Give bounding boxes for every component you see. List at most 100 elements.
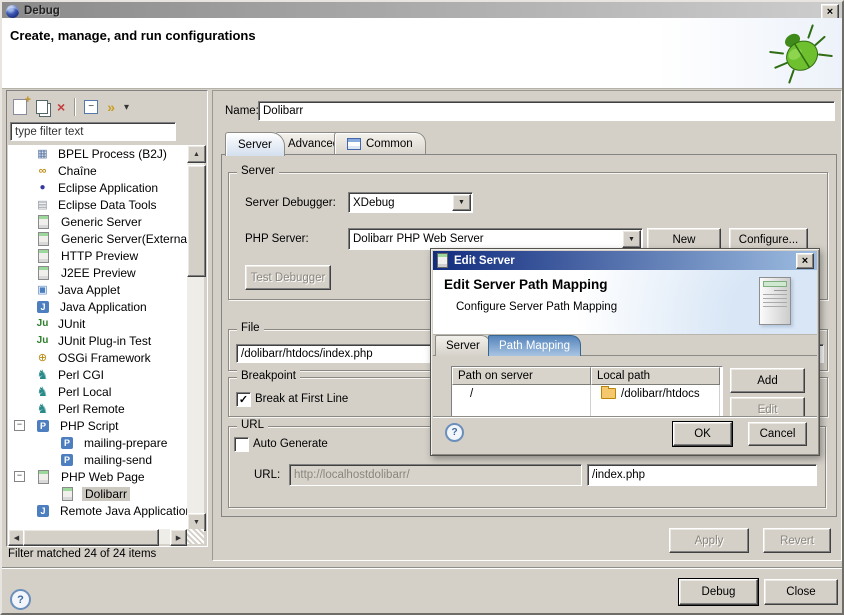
server-debugger-label: Server Debugger: bbox=[245, 197, 336, 209]
column-header-local-path[interactable]: Local path bbox=[591, 367, 720, 385]
tree-item-j2ee-preview[interactable]: J2EE Preview bbox=[8, 264, 187, 281]
break-first-line-checkbox[interactable]: ✓ bbox=[236, 392, 251, 407]
server-icon bbox=[38, 232, 49, 246]
filter-icon[interactable]: » bbox=[107, 99, 115, 115]
name-input[interactable]: Dolibarr bbox=[258, 101, 835, 121]
url-input[interactable]: http://localhostdolibarr/ bbox=[289, 464, 582, 486]
auto-generate-checkbox[interactable] bbox=[234, 437, 249, 452]
tree-item-java-application[interactable]: JJava Application bbox=[8, 298, 187, 315]
osgi-icon: ⊕ bbox=[35, 351, 50, 364]
footer-separator bbox=[2, 567, 842, 568]
delete-configuration-icon[interactable]: × bbox=[57, 99, 65, 115]
duplicate-configuration-icon[interactable] bbox=[36, 100, 48, 114]
config-tree: ▦ BPEL Process (B2J)∞Chaîne ● Eclipse Appli… bbox=[8, 145, 187, 529]
tree-item-java-applet[interactable]: ▣Java Applet bbox=[8, 281, 187, 298]
eclipse-icon bbox=[6, 5, 19, 18]
column-header-path-on-server[interactable]: Path on server bbox=[452, 367, 591, 385]
revert-button[interactable]: Revert bbox=[763, 528, 831, 553]
php-file-icon: P bbox=[61, 454, 73, 466]
dialog-title: Edit Server bbox=[454, 255, 515, 267]
dialog-tab-server[interactable]: Server bbox=[435, 335, 491, 356]
tree-item-bpel-process-b2j-[interactable]: ▦ BPEL Process (B2J) bbox=[8, 145, 187, 162]
tree-item-label: Java Applet bbox=[55, 283, 123, 297]
tree-item-generic-server[interactable]: Generic Server bbox=[8, 213, 187, 230]
php-server-select[interactable]: Dolibarr PHP Web Server ▼ bbox=[348, 228, 643, 250]
server-icon bbox=[38, 215, 49, 229]
tree-item-dolibarr[interactable]: Dolibarr bbox=[8, 485, 187, 502]
perl-icon: ♞ bbox=[35, 384, 50, 400]
close-button[interactable]: Close bbox=[764, 579, 838, 605]
ok-button[interactable]: OK bbox=[673, 422, 732, 446]
tree-item-perl-remote[interactable]: ♞Perl Remote bbox=[8, 400, 187, 417]
mapping-table-row[interactable]: //dolibarr/htdocs bbox=[452, 385, 722, 402]
url-path-input[interactable]: /index.php bbox=[587, 464, 817, 486]
debug-button[interactable]: Debug bbox=[679, 579, 758, 605]
collapse-all-icon[interactable]: − bbox=[84, 100, 98, 114]
tree-item-eclipse-data-tools[interactable]: ▤Eclipse Data Tools bbox=[8, 196, 187, 213]
tree-item-label: Java Application bbox=[57, 300, 150, 314]
filter-status: Filter matched 24 of 24 items bbox=[8, 548, 156, 560]
tree-item-label: Eclipse Application bbox=[55, 181, 161, 195]
tree-item-perl-local[interactable]: ♞Perl Local bbox=[8, 383, 187, 400]
tree-item-php-script[interactable]: −PPHP Script bbox=[8, 417, 187, 434]
collapse-node-icon[interactable]: − bbox=[14, 420, 25, 431]
bpel-icon: ▦ bbox=[35, 147, 50, 160]
tree-item-osgi-framework[interactable]: ⊕OSGi Framework bbox=[8, 349, 187, 366]
cancel-button[interactable]: Cancel bbox=[748, 422, 807, 446]
scroll-up-icon[interactable]: ▲ bbox=[187, 145, 206, 163]
tree-item-label: HTTP Preview bbox=[58, 249, 141, 263]
server-icon bbox=[38, 470, 49, 484]
tree-item-label: PHP Script bbox=[57, 419, 121, 433]
junit-plugin-icon: Ju bbox=[35, 335, 50, 346]
vscroll-thumb[interactable] bbox=[187, 165, 206, 277]
toolbar-separator bbox=[74, 98, 75, 116]
database-icon: ▤ bbox=[35, 198, 50, 211]
tree-item-remote-java-application[interactable]: JRemote Java Application bbox=[8, 502, 187, 519]
tree-item-perl-cgi[interactable]: ♞Perl CGI bbox=[8, 366, 187, 383]
dialog-tab-path-mapping[interactable]: Path Mapping bbox=[488, 335, 581, 356]
dialog-close-icon[interactable]: × bbox=[796, 253, 814, 269]
add-mapping-button[interactable]: Add bbox=[730, 368, 805, 393]
tab-server[interactable]: Server bbox=[225, 132, 285, 156]
window-title: Debug bbox=[24, 5, 60, 17]
test-debugger-button[interactable]: Test Debugger bbox=[245, 265, 331, 290]
tree-item-junit[interactable]: JuJUnit bbox=[8, 315, 187, 332]
tab-common[interactable]: Common bbox=[334, 132, 426, 155]
chevron-down-icon[interactable]: ▼ bbox=[452, 194, 471, 211]
collapse-node-icon[interactable]: − bbox=[14, 471, 25, 482]
new-configuration-icon[interactable] bbox=[13, 99, 27, 115]
tree-vscrollbar[interactable]: ▲ ▼ bbox=[187, 145, 204, 529]
dialog-help-icon[interactable]: ? bbox=[445, 423, 464, 442]
chevron-down-icon[interactable]: ▼ bbox=[622, 230, 641, 248]
edit-mapping-button[interactable]: Edit bbox=[730, 397, 805, 416]
tree-item-label: mailing-prepare bbox=[81, 436, 170, 450]
file-group-title: File bbox=[237, 322, 264, 334]
tree-item-label: Remote Java Application bbox=[57, 504, 187, 518]
tree-item-php-web-page[interactable]: −PHP Web Page bbox=[8, 468, 187, 485]
tree-item-generic-server-external-la[interactable]: Generic Server(External La bbox=[8, 230, 187, 247]
tree-item-http-preview[interactable]: HTTP Preview bbox=[8, 247, 187, 264]
dialog-separator bbox=[433, 416, 817, 417]
eclipse-icon: ● bbox=[35, 182, 50, 193]
scroll-right-icon[interactable]: ▶ bbox=[170, 529, 187, 546]
tree-item-junit-plug-in-test[interactable]: Ju JUnit Plug-in Test bbox=[8, 332, 187, 349]
server-illustration bbox=[759, 277, 791, 325]
tree-item-label: JUnit Plug-in Test bbox=[55, 334, 154, 348]
dialog-titlebar[interactable]: Edit Server × bbox=[433, 251, 817, 270]
toolbar-menu-caret-icon[interactable]: ▾ bbox=[124, 102, 129, 113]
tree-item-mailing-send[interactable]: Pmailing-send bbox=[8, 451, 187, 468]
filter-input[interactable]: type filter text bbox=[10, 122, 176, 141]
tree-item-cha-ne[interactable]: ∞Chaîne bbox=[8, 162, 187, 179]
help-icon[interactable]: ? bbox=[10, 589, 31, 610]
server-debugger-select[interactable]: XDebug ▼ bbox=[348, 192, 473, 213]
folder-icon bbox=[601, 388, 616, 399]
tree-item-mailing-prepare[interactable]: Pmailing-prepare bbox=[8, 434, 187, 451]
apply-button[interactable]: Apply bbox=[669, 528, 749, 553]
hscroll-thumb[interactable] bbox=[23, 529, 159, 546]
tree-item-label: BPEL Process (B2J) bbox=[55, 147, 170, 161]
tree-hscrollbar[interactable]: ◀ ▶ bbox=[8, 529, 187, 544]
sidebar-toolbar: × − » ▾ bbox=[13, 97, 129, 117]
tree-item-eclipse-application[interactable]: ● Eclipse Application bbox=[8, 179, 187, 196]
url-label: URL: bbox=[254, 469, 280, 481]
server-group-title: Server bbox=[237, 165, 279, 177]
